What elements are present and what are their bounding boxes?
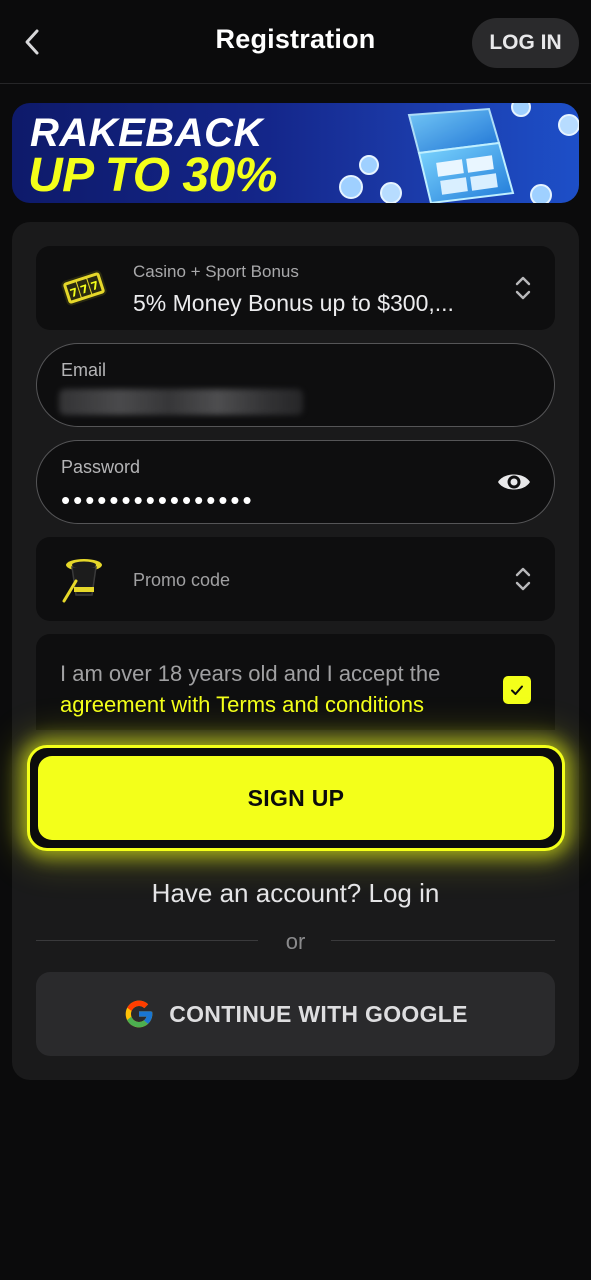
divider-right	[331, 940, 555, 941]
promo-code-field[interactable]: Promo code	[36, 537, 555, 621]
email-field[interactable]: Email	[36, 343, 555, 427]
terms-text: I am over 18 years old and I accept the …	[60, 658, 500, 720]
email-label: Email	[61, 360, 107, 380]
magic-hat-icon	[62, 559, 102, 603]
google-icon	[125, 1000, 153, 1028]
bonus-select[interactable]: 7 7 7 Casino + Sport Bonus 5% Money Bonu…	[36, 246, 555, 330]
bonus-category-label: Casino + Sport Bonus	[133, 262, 299, 281]
chevron-updown-icon[interactable]	[513, 565, 533, 593]
login-link[interactable]: Have an account? Log in	[12, 878, 579, 909]
google-signin-button[interactable]: CONTINUE WITH GOOGLE	[36, 972, 555, 1056]
terms-agreement: I am over 18 years old and I accept the …	[36, 634, 555, 730]
terms-statement: I am over 18 years old and I accept the	[60, 661, 441, 686]
terms-link[interactable]: agreement with Terms and conditions	[60, 692, 424, 717]
top-bar: Registration LOG IN	[0, 0, 591, 84]
google-signin-label: CONTINUE WITH GOOGLE	[169, 1000, 468, 1027]
checkmark-icon	[511, 685, 523, 695]
email-value-redacted	[59, 389, 303, 415]
terms-checkbox[interactable]	[503, 676, 531, 704]
cash-briefcase-icon	[339, 103, 579, 203]
password-value: ••••••••••••••••	[61, 485, 255, 515]
banner-subheadline: UP TO 30%	[28, 149, 277, 202]
registration-form: 7 7 7 Casino + Sport Bonus 5% Money Bonu…	[12, 222, 579, 1080]
promo-code-placeholder: Promo code	[133, 570, 231, 590]
signup-highlight: SIGN UP	[27, 745, 565, 851]
promo-banner[interactable]: RAKEBACK UP TO 30%	[12, 103, 579, 203]
chevron-updown-icon	[515, 276, 531, 300]
password-field[interactable]: Password ••••••••••••••••	[36, 440, 555, 524]
login-button[interactable]: LOG IN	[472, 18, 579, 68]
slot-machine-icon: 7 7 7	[61, 270, 107, 306]
password-label: Password	[61, 457, 141, 477]
eye-icon[interactable]	[496, 467, 532, 497]
divider-or: or	[285, 929, 306, 954]
bonus-selected-value: 5% Money Bonus up to $300,...	[133, 290, 454, 316]
signup-button[interactable]: SIGN UP	[38, 756, 554, 840]
